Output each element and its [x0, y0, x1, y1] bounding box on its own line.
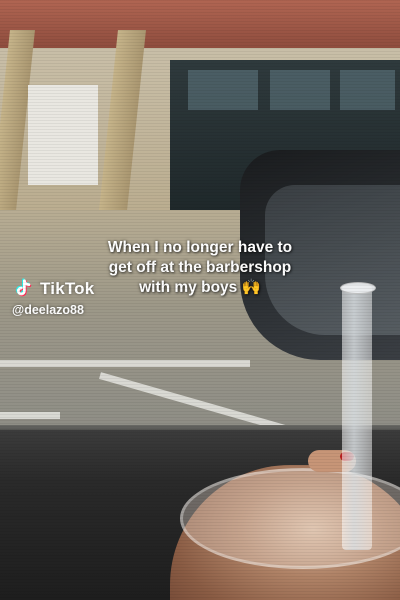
white-door — [28, 85, 98, 185]
caption-text: When I no longer have to get off at the … — [70, 238, 330, 298]
tiktok-note-icon — [12, 278, 34, 300]
tiktok-watermark: TikTok — [12, 277, 94, 301]
red-roof — [0, 0, 400, 48]
caption-line: get off at the barbershop — [108, 259, 292, 276]
caption-line: When I no longer have to — [107, 239, 293, 256]
straw — [342, 285, 372, 550]
tiktok-app-name: TikTok — [40, 279, 95, 298]
parking-stripe — [0, 412, 60, 419]
window-pane — [340, 70, 395, 110]
parking-stripe — [0, 360, 250, 367]
caption-line: with my boys 🙌 — [139, 279, 261, 296]
creator-handle: @deelazo88 — [12, 303, 84, 317]
straw-top — [340, 282, 376, 294]
window-pane — [188, 70, 258, 110]
window-pane — [270, 70, 330, 110]
